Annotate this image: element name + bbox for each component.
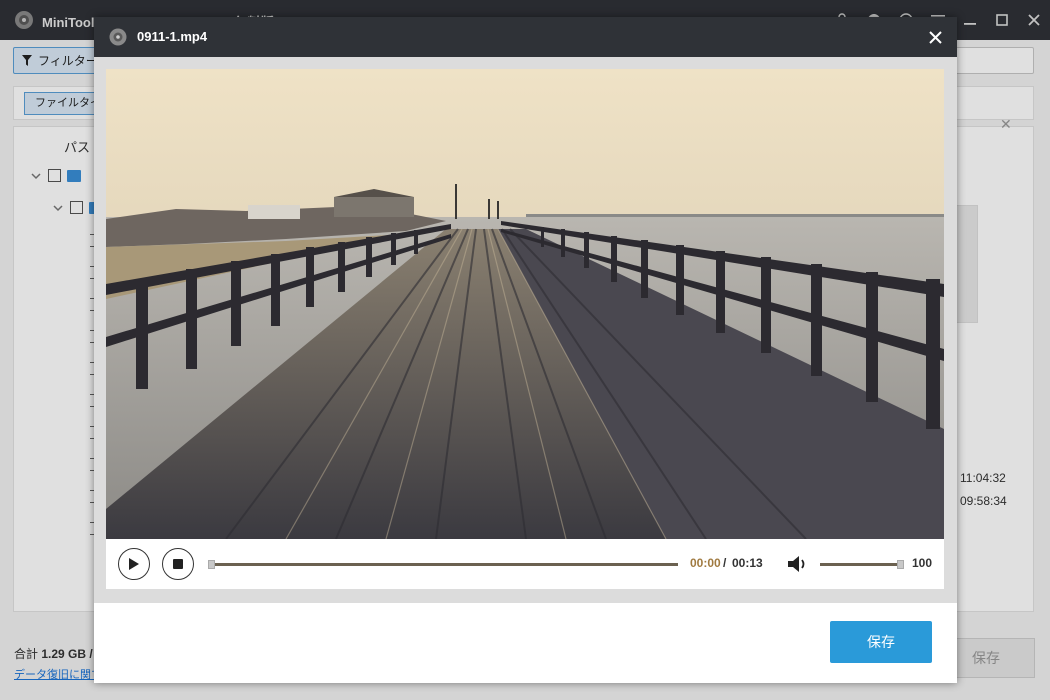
progress-bar[interactable] — [208, 563, 678, 566]
player-controls: 00:00 / 00:13 100 — [106, 539, 944, 589]
dialog-title: 0911-1.mp4 — [137, 29, 208, 44]
current-time: 00:00 — [690, 556, 721, 570]
total-time: 00:13 — [732, 556, 763, 570]
stop-icon — [173, 559, 183, 569]
stop-button[interactable] — [162, 548, 194, 580]
volume-value: 100 — [912, 556, 933, 570]
play-icon — [129, 558, 139, 570]
video-frame[interactable] — [106, 69, 944, 539]
volume-slider[interactable] — [820, 563, 904, 566]
progress-handle[interactable] — [208, 560, 215, 569]
time-separator: / — [723, 556, 727, 570]
save-button[interactable]: 保存 — [830, 621, 932, 663]
close-icon[interactable] — [923, 25, 947, 49]
volume-icon[interactable] — [786, 553, 810, 575]
volume-handle[interactable] — [897, 560, 904, 569]
video-player: 00:00 / 00:13 100 — [94, 57, 957, 603]
preview-dialog: 0911-1.mp4 00:00 / 00:13 100 保存 — [94, 17, 957, 683]
dialog-titlebar: 0911-1.mp4 — [94, 17, 957, 57]
video-file-icon — [109, 28, 127, 46]
play-button[interactable] — [118, 548, 150, 580]
